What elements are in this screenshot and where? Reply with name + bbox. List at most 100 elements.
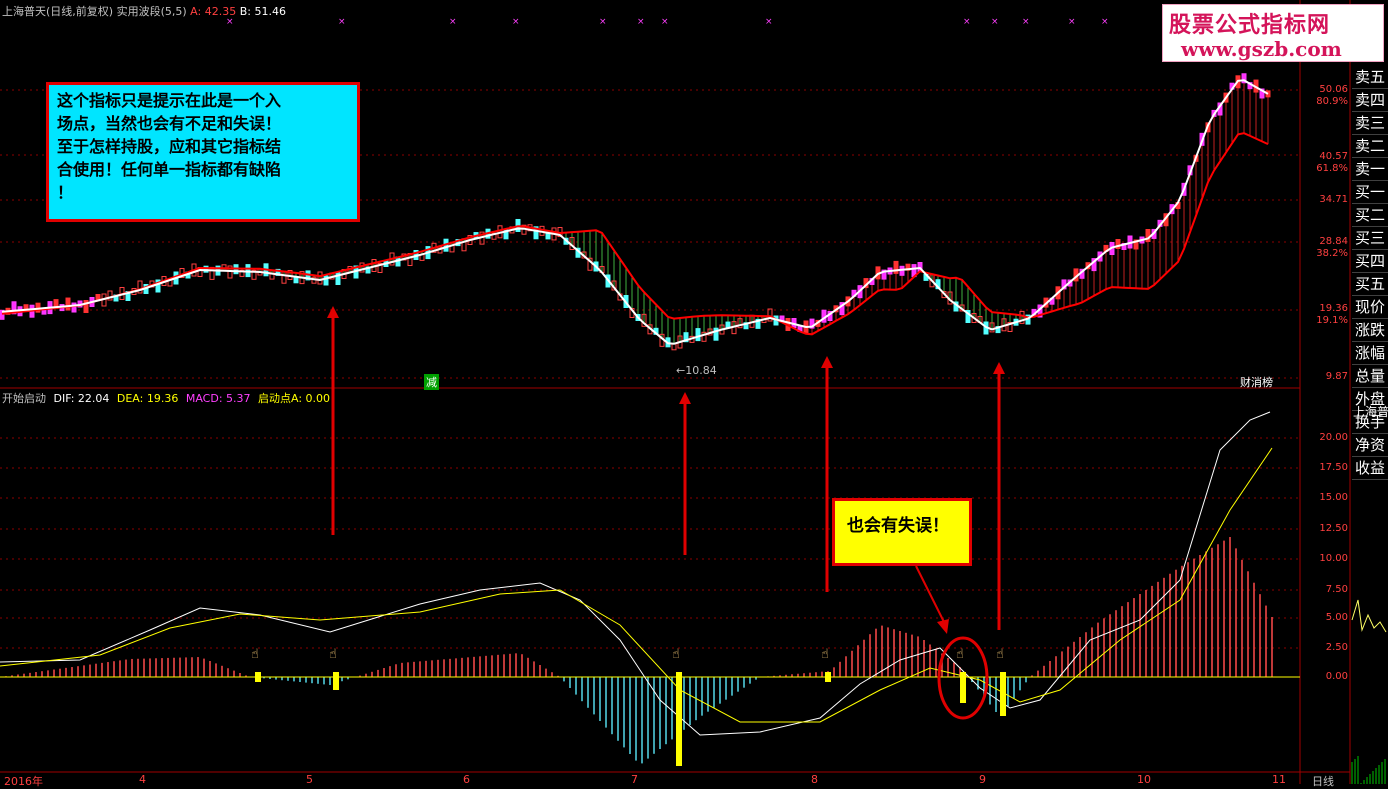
signal-x-marker: × xyxy=(338,17,346,27)
dea-value: DEA: 19.36 xyxy=(116,392,179,405)
quote-row-label: 买一 xyxy=(1352,181,1388,204)
annotation-arrow xyxy=(915,565,945,623)
annotation-arrowhead xyxy=(821,356,833,368)
price-axis-label: 34.71 xyxy=(1319,194,1348,205)
signal-x-marker: × xyxy=(512,17,520,27)
failure-note: 也会有失误！ xyxy=(832,498,972,566)
macd-axis-label: 10.00 xyxy=(1319,553,1348,564)
quote-row-label: 涨幅 xyxy=(1352,342,1388,365)
time-axis-label: 10 xyxy=(1137,773,1151,786)
hand-pointer-icon: ☝ xyxy=(821,647,829,662)
time-axis-label: 4 xyxy=(139,773,146,786)
quote-row-label: 涨跌 xyxy=(1352,319,1388,342)
note-line: 至于怎样持股，应和其它指标结 xyxy=(57,137,282,156)
time-axis-label: 9 xyxy=(979,773,986,786)
dif-value: DIF: 22.04 xyxy=(53,392,110,405)
price-axis-label: 61.8% xyxy=(1316,163,1348,174)
quote-row-label: 买二 xyxy=(1352,204,1388,227)
quote-row-label: 买三 xyxy=(1352,227,1388,250)
quote-row-label: 卖一 xyxy=(1352,158,1388,181)
time-axis-label: 2016年 xyxy=(4,775,43,788)
low-price-marker: ←10.84 xyxy=(676,364,717,377)
macd-value: MACD: 5.37 xyxy=(185,392,251,405)
time-axis-label: 8 xyxy=(811,773,818,786)
quote-row-label: 收益 xyxy=(1352,457,1388,480)
signal-x-marker: × xyxy=(1068,17,1076,27)
hand-pointer-icon: ☝ xyxy=(251,647,259,662)
time-axis-label: 5 xyxy=(306,773,313,786)
note-line: 场点，当然也会有不足和失误！ xyxy=(57,114,282,133)
quote-row-label: 卖五 xyxy=(1352,66,1388,89)
news-badge[interactable]: 财消榜 xyxy=(1240,374,1273,390)
price-axis-label: 19.1% xyxy=(1316,315,1348,326)
annotation-arrowhead xyxy=(993,362,1005,374)
signal-x-marker: × xyxy=(1022,17,1030,27)
period-label[interactable]: 日线 xyxy=(1312,773,1334,789)
quote-row-label: 买五 xyxy=(1352,273,1388,296)
quote-row-label: 买四 xyxy=(1352,250,1388,273)
price-axis-label: 40.57 xyxy=(1319,151,1348,162)
site-watermark: 股票公式指标网 www.gszb.com xyxy=(1162,4,1384,62)
candlestick xyxy=(893,260,899,274)
watermark-url: www.gszb.com xyxy=(1181,37,1342,61)
price-axis-label: 80.9% xyxy=(1316,96,1348,107)
macd-axis-label: 15.00 xyxy=(1319,492,1348,503)
start-point-bar xyxy=(960,672,966,703)
start-point-bar xyxy=(1000,672,1006,716)
quote-row-label: 净资 xyxy=(1352,434,1388,457)
candlestick xyxy=(65,297,71,311)
indicator-name: 实用波段(5,5) xyxy=(116,5,187,18)
hand-pointer-icon: ☝ xyxy=(956,647,964,662)
hand-pointer-icon: ☝ xyxy=(672,647,680,662)
signal-x-marker: × xyxy=(599,17,607,27)
mini-price-line xyxy=(1351,599,1387,633)
note-line: 这个指标只是提示在此是一个入 xyxy=(57,91,282,110)
time-axis-label: 11 xyxy=(1272,773,1286,786)
note-line: 合使用！任何单一指标都有缺陷 xyxy=(57,160,282,179)
watermark-title: 股票公式指标网 xyxy=(1169,13,1331,38)
hand-pointer-icon: ☝ xyxy=(996,647,1004,662)
signal-x-marker: × xyxy=(991,17,999,27)
chart-window[interactable]: × × × × × × × × × × × × × ☝ ☝ ☝ ☝ ☝ ☝ 上海普天(日线,前复权) 实用波段(5,… xyxy=(0,0,1388,788)
quote-row-label: 卖三 xyxy=(1352,112,1388,135)
start-point-bar xyxy=(825,672,831,682)
mini-panel-title: 上海普 xyxy=(1353,405,1388,419)
quote-row-label: 总量 xyxy=(1352,365,1388,388)
macd-axis-label: 2.50 xyxy=(1325,642,1348,653)
signal-x-marker: × xyxy=(1101,17,1109,27)
macd-axis-label: 0.00 xyxy=(1325,671,1348,682)
macd-axis-label: 17.50 xyxy=(1319,462,1348,473)
signal-x-marker: × xyxy=(637,17,645,27)
start-point-bar xyxy=(255,672,261,682)
candlestick xyxy=(71,302,77,313)
start-point-bar xyxy=(333,672,339,690)
annotation-arrowhead xyxy=(679,392,691,404)
quote-row-label: 现价 xyxy=(1352,296,1388,319)
value-a: A: 42.35 xyxy=(190,5,237,18)
price-axis-label: 50.06 xyxy=(1319,84,1348,95)
signal-x-marker: × xyxy=(765,17,773,27)
indicator-header: 开始启动 DIF: 22.04 DEA: 19.36 MACD: 5.37 启动… xyxy=(2,390,330,406)
quote-row-label: 卖二 xyxy=(1352,135,1388,158)
note-line: ！ xyxy=(57,183,74,202)
price-axis-label: 19.36 xyxy=(1319,303,1348,314)
candlestick xyxy=(695,328,701,342)
time-axis-label: 6 xyxy=(463,773,470,786)
macd-axis-label: 12.50 xyxy=(1319,523,1348,534)
hand-pointer-icon: ☝ xyxy=(329,647,337,662)
quote-row-label: 卖四 xyxy=(1352,89,1388,112)
start-point-bar xyxy=(676,672,682,766)
start-value: 启动点A: 0.00 xyxy=(258,392,331,405)
indicator-title: 开始启动 xyxy=(2,392,46,405)
time-axis-label: 7 xyxy=(631,773,638,786)
macd-axis-label: 20.00 xyxy=(1319,432,1348,443)
signal-badge: 减 xyxy=(424,374,439,390)
price-axis-label: 9.87 xyxy=(1325,371,1348,382)
signal-x-marker: × xyxy=(661,17,669,27)
signal-x-marker: × xyxy=(449,17,457,27)
annotation-arrowhead xyxy=(327,306,339,318)
failure-note-text: 也会有失误！ xyxy=(847,516,949,536)
macd-axis-label: 7.50 xyxy=(1325,584,1348,595)
price-axis-label: 28.84 xyxy=(1319,236,1348,247)
signal-x-marker: × xyxy=(963,17,971,27)
